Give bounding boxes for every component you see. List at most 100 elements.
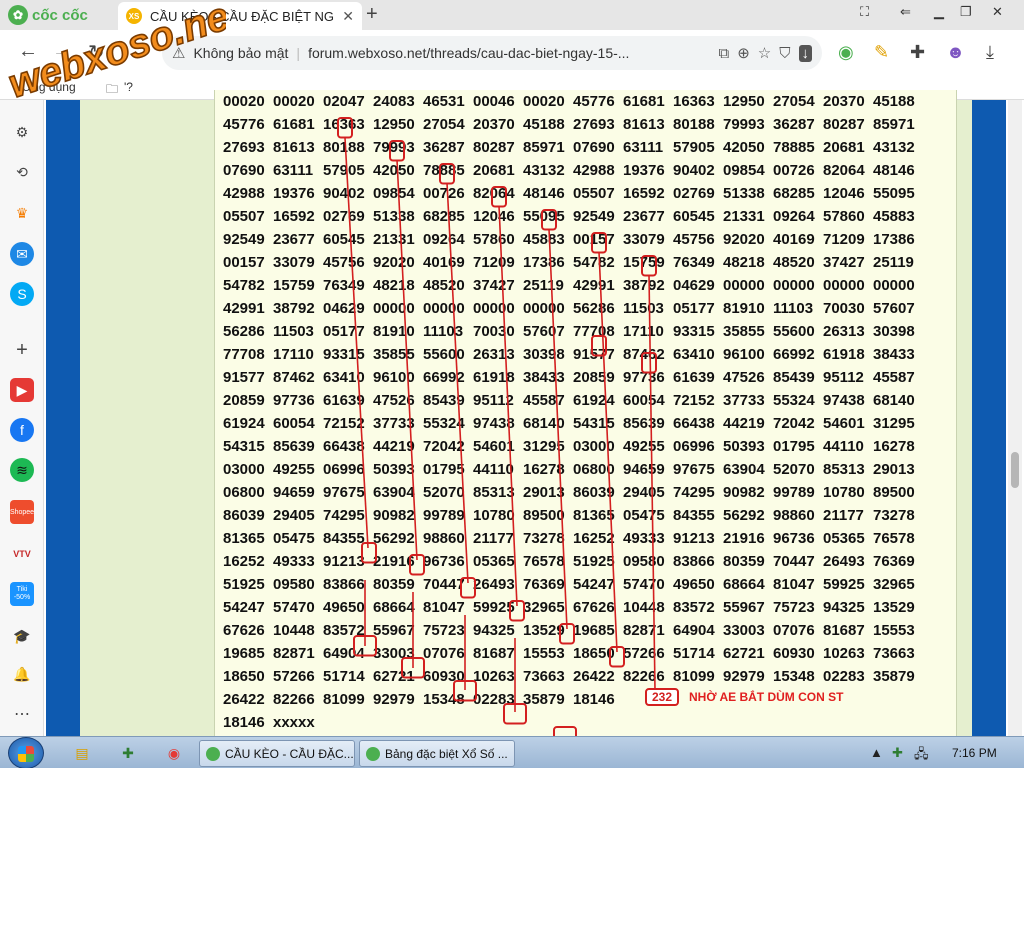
grid-number: 79993 xyxy=(723,116,765,133)
folder-icon[interactable]: 🗀 xyxy=(106,80,118,101)
grid-number: 00000 xyxy=(423,300,465,317)
bookmark-folder[interactable]: '? xyxy=(124,80,133,94)
bookmark-star-icon[interactable]: ☆ xyxy=(758,44,771,62)
toolbar: ← → ↻ ⚠ Không bảo mật | forum.webxoso.ne… xyxy=(0,30,1024,76)
grid-number: xxxxx xyxy=(273,714,315,731)
back-icon[interactable]: ← xyxy=(18,40,38,63)
blocked-popup-icon[interactable]: ⧉ xyxy=(718,45,729,62)
grid-number: 48218 xyxy=(373,277,415,294)
history-icon[interactable]: ⟲ xyxy=(10,160,34,184)
chrome-icon[interactable]: ◉ xyxy=(164,744,184,762)
grid-number: 90982 xyxy=(373,507,415,524)
task-xoso[interactable]: Bảng đặc biệt Xổ Số ... xyxy=(359,740,515,767)
minimize-icon[interactable]: ▁ xyxy=(934,4,944,20)
grid-number: 63904 xyxy=(373,484,415,501)
close-tab-icon[interactable]: ✕ xyxy=(342,8,354,25)
grid-number: 46531 xyxy=(423,93,465,110)
crown-icon[interactable]: ♛ xyxy=(10,201,34,225)
grid-number: 21331 xyxy=(373,231,415,248)
coccoc-taskbar-icon[interactable]: ✚ xyxy=(118,744,138,762)
grid-number: 90982 xyxy=(723,484,765,501)
grid-number: 52070 xyxy=(773,461,815,478)
forward-icon[interactable]: → xyxy=(52,40,72,63)
grid-number: 81099 xyxy=(673,668,715,685)
grid-number: 15348 xyxy=(423,691,465,708)
pencil-icon[interactable]: ✎ xyxy=(874,42,889,63)
grid-number: 85439 xyxy=(773,369,815,386)
download-page-icon[interactable]: ↓ xyxy=(798,44,812,62)
coccoc-extension-icon[interactable]: ◉ xyxy=(838,42,854,63)
tab-active[interactable]: XS CẦU KÈO - CẦU ĐẶC BIỆT NG ✕ xyxy=(118,2,362,30)
url-text[interactable]: forum.webxoso.net/threads/cau-dac-biet-n… xyxy=(308,45,710,61)
gear-icon[interactable]: ⚙ xyxy=(10,120,34,144)
screenshot-icon[interactable]: ⛶ xyxy=(860,4,869,20)
youtube-icon[interactable]: ▶ xyxy=(10,378,34,402)
grid-row: 54315 85639 66438 44219 72042 54601 31295 03000… xyxy=(223,435,923,458)
grid-number: 44219 xyxy=(723,415,765,432)
add-icon[interactable]: + xyxy=(10,338,34,362)
grid-number: 92020 xyxy=(373,254,415,271)
grid-number: 16592 xyxy=(273,208,315,225)
grid-row: 00020 00020 02047 24083 46531 00046 00020 45776… xyxy=(223,90,923,113)
bell-icon[interactable]: 🔔 xyxy=(10,662,34,686)
grid-number: 78885 xyxy=(773,139,815,156)
grid-number: 25119 xyxy=(873,254,914,271)
grid-row: 19685 82871 64904 33003 07076 81687 15553 18650… xyxy=(223,642,923,665)
puzzle-icon[interactable]: ✚ xyxy=(910,42,925,63)
grid-number: 01795 xyxy=(773,438,815,455)
tray-coccoc-icon[interactable]: ✚ xyxy=(892,745,903,761)
zoom-icon[interactable]: ⊕ xyxy=(737,44,750,62)
restore-icon[interactable]: ❐ xyxy=(960,4,972,20)
grid-number: 97438 xyxy=(473,415,515,432)
grid-number: 96100 xyxy=(373,369,415,386)
grid-number: 60930 xyxy=(423,668,465,685)
grid-number: 44219 xyxy=(373,438,415,455)
grid-number: 76349 xyxy=(323,277,365,294)
grid-number: 94325 xyxy=(473,622,515,639)
grid-number: 95112 xyxy=(823,369,864,386)
warning-icon[interactable]: ⚠ xyxy=(172,44,185,62)
tray-expand-icon[interactable]: ▲ xyxy=(870,745,883,760)
scrollbar[interactable] xyxy=(1008,100,1022,736)
grid-number: 82266 xyxy=(623,668,665,685)
grid-number: 81099 xyxy=(323,691,365,708)
more-icon[interactable]: ⋯ xyxy=(10,702,34,726)
spotify-icon[interactable]: ≋ xyxy=(10,458,34,482)
grid-number: 42050 xyxy=(723,139,765,156)
scrollbar-thumb[interactable] xyxy=(1011,452,1019,488)
grid-number: 97438 xyxy=(823,392,865,409)
downloads-icon[interactable]: ⤓ xyxy=(986,42,994,63)
facebook-icon[interactable]: f xyxy=(10,418,34,442)
skype-icon[interactable]: S xyxy=(10,282,34,306)
task-forum[interactable]: CẦU KÈO - CẦU ĐẶC... xyxy=(199,740,355,767)
browser-brand[interactable]: ✿ cốc cốc xyxy=(8,5,88,25)
close-window-icon[interactable]: ✕ xyxy=(992,4,1003,20)
grid-number: 11103 xyxy=(423,323,464,340)
address-bar[interactable]: ⚠ Không bảo mật | forum.webxoso.net/thre… xyxy=(162,36,822,70)
graduation-icon[interactable]: 🎓 xyxy=(10,624,34,648)
grid-number: 54315 xyxy=(223,438,265,455)
grid-number: 81687 xyxy=(823,622,865,639)
start-button[interactable] xyxy=(8,737,44,768)
messenger-icon[interactable]: ✉ xyxy=(10,242,34,266)
vtv-icon[interactable]: VTV xyxy=(10,542,34,566)
network-icon[interactable]: 🖧 xyxy=(914,745,929,767)
security-label[interactable]: Không bảo mật xyxy=(193,45,288,61)
clock[interactable]: 7:16 PM xyxy=(952,746,997,760)
shield-icon[interactable]: ⛉ xyxy=(779,45,790,62)
grid-number: 37733 xyxy=(723,392,765,409)
grid-number: 17386 xyxy=(523,254,565,271)
grid-number: 32965 xyxy=(873,576,915,593)
grid-number: 68285 xyxy=(773,185,815,202)
grid-number: 29013 xyxy=(523,484,565,501)
reload-icon[interactable]: ↻ xyxy=(88,40,105,65)
file-explorer-icon[interactable]: ▤ xyxy=(72,744,92,762)
new-tab-button[interactable]: + xyxy=(366,3,378,26)
bookmark-apps[interactable]: Ứng dụng xyxy=(22,80,76,94)
profile-avatar-icon[interactable]: ☻ xyxy=(946,42,965,63)
grid-number: 20681 xyxy=(823,139,865,156)
shopee-icon[interactable]: Shopee xyxy=(10,500,34,524)
tiki-icon[interactable]: Tiki -50% xyxy=(10,582,34,606)
back-arrow-small-icon[interactable]: ⇐ xyxy=(900,4,911,20)
grid-number: 15553 xyxy=(523,645,565,662)
